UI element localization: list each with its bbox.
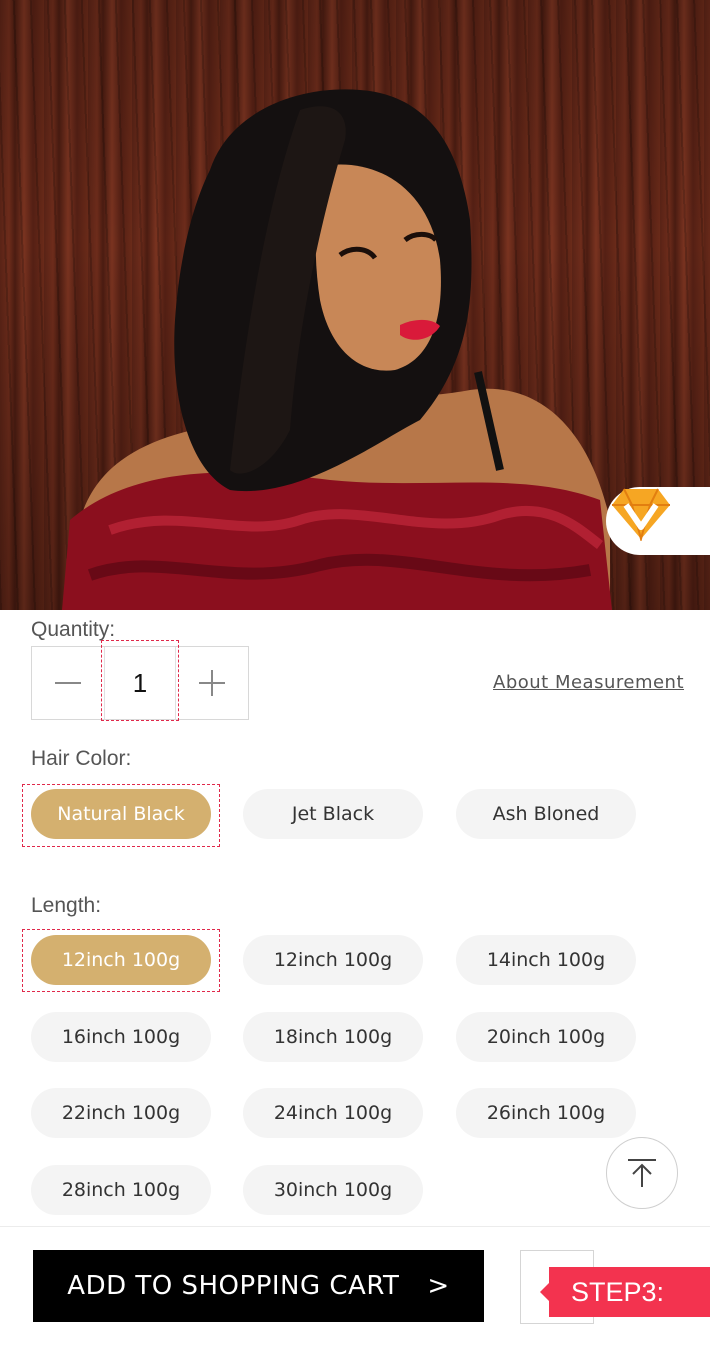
vip-diamond-icon (612, 488, 670, 541)
quantity-label: Quantity: (31, 618, 116, 641)
bottom-divider (0, 1226, 710, 1227)
length-option[interactable]: 24inch 100g (243, 1088, 423, 1138)
hair-color-option[interactable]: Jet Black (243, 789, 423, 839)
length-option[interactable]: 18inch 100g (243, 1012, 423, 1062)
hair-color-label: Hair Color: (31, 747, 132, 770)
about-measurement-link[interactable]: About Measurement (493, 672, 684, 693)
length-option[interactable]: 14inch 100g (456, 935, 636, 985)
hair-color-option[interactable]: Ash Bloned (456, 789, 636, 839)
minus-icon (55, 682, 81, 684)
scroll-top-button[interactable] (606, 1137, 678, 1209)
increase-button[interactable] (176, 647, 248, 719)
length-option[interactable]: 12inch 100g (31, 935, 211, 985)
decrease-button[interactable] (32, 647, 104, 719)
quantity-stepper: 1 (31, 646, 249, 720)
add-to-cart-button[interactable]: ADD TO SHOPPING CART > (33, 1250, 484, 1322)
length-option[interactable]: 26inch 100g (456, 1088, 636, 1138)
length-option[interactable]: 30inch 100g (243, 1165, 423, 1215)
length-option[interactable]: 20inch 100g (456, 1012, 636, 1062)
plus-icon (199, 670, 225, 696)
product-image (0, 0, 710, 610)
chevron-right-icon: > (427, 1271, 450, 1301)
length-label: Length: (31, 894, 102, 917)
length-option[interactable]: 12inch 100g (243, 935, 423, 985)
add-to-cart-label: ADD TO SHOPPING CART (67, 1271, 400, 1301)
vip-badge[interactable] (606, 487, 710, 555)
arrow-up-to-top-icon (628, 1159, 656, 1187)
length-option[interactable]: 28inch 100g (31, 1165, 211, 1215)
length-option[interactable]: 22inch 100g (31, 1088, 211, 1138)
quantity-value[interactable]: 1 (104, 647, 176, 719)
step-tag: STEP3: (540, 1267, 710, 1317)
model-illustration (62, 89, 612, 610)
hair-color-option[interactable]: Natural Black (31, 789, 211, 839)
length-option[interactable]: 16inch 100g (31, 1012, 211, 1062)
